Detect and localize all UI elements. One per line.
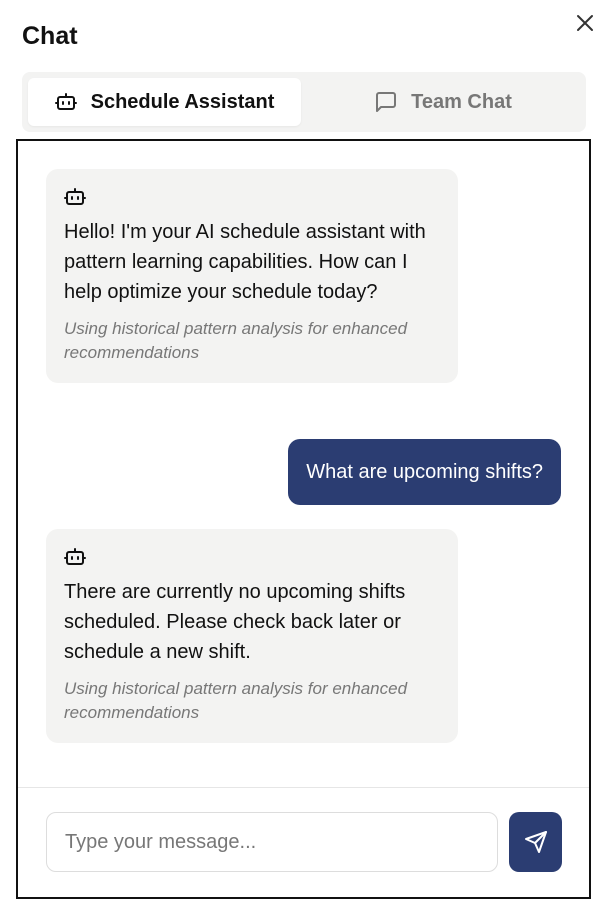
assistant-message: There are currently no upcoming shifts s… <box>46 529 458 743</box>
assistant-message: Hello! I'm your AI schedule assistant wi… <box>46 169 458 383</box>
chat-tabs: Schedule Assistant Team Chat <box>22 72 586 132</box>
message-text: There are currently no upcoming shifts s… <box>64 581 406 663</box>
panel-title: Chat <box>22 22 78 50</box>
close-icon <box>577 15 593 31</box>
tab-label: Schedule Assistant <box>90 90 275 113</box>
bot-icon <box>64 548 86 565</box>
tab-label: Team Chat <box>411 90 512 113</box>
message-list: Hello! I'm your AI schedule assistant wi… <box>18 141 589 787</box>
message-square-icon <box>376 92 397 112</box>
user-message: What are upcoming shifts? <box>288 439 561 505</box>
message-note: Using historical pattern analysis for en… <box>64 679 408 722</box>
message-composer <box>18 787 589 897</box>
chat-window: Hello! I'm your AI schedule assistant wi… <box>16 139 591 899</box>
message-note: Using historical pattern analysis for en… <box>64 319 408 362</box>
bot-icon <box>54 93 77 110</box>
tab-schedule-assistant[interactable]: Schedule Assistant <box>28 78 301 126</box>
tab-team-chat[interactable]: Team Chat <box>307 78 580 126</box>
message-text: What are upcoming shifts? <box>306 460 543 483</box>
message-text: Hello! I'm your AI schedule assistant wi… <box>64 221 426 303</box>
send-icon <box>524 831 547 853</box>
send-button[interactable] <box>509 812 562 872</box>
bot-icon <box>64 188 86 205</box>
message-input[interactable] <box>46 812 498 872</box>
close-button[interactable] <box>572 10 598 36</box>
